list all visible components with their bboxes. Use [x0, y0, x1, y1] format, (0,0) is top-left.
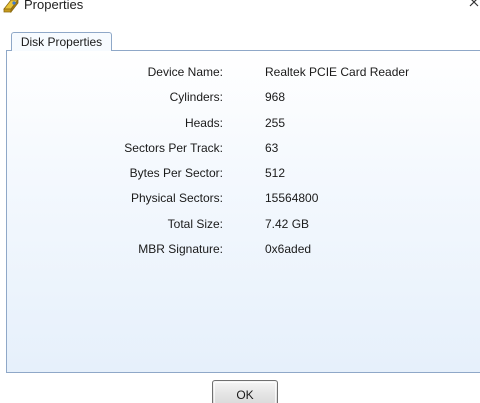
close-icon[interactable]	[468, 0, 480, 12]
drive-icon	[2, 0, 20, 14]
property-label: Physical Sectors:	[130, 191, 223, 205]
tab-disk-properties[interactable]: Disk Properties	[11, 32, 112, 51]
property-row-mbr-signature: MBR Signature: 0x6aded	[0, 242, 480, 258]
property-row-total-size: Total Size: 7.42 GB	[0, 217, 480, 233]
title-bar: Properties	[0, 0, 480, 16]
property-label: Heads:	[184, 116, 223, 130]
property-value: 0x6aded	[265, 242, 312, 256]
property-row-sectors-per-track: Sectors Per Track: 63	[0, 141, 480, 157]
property-label: Total Size:	[167, 217, 223, 231]
window-title: Properties	[24, 0, 84, 12]
property-row-bytes-per-sector: Bytes Per Sector: 512	[0, 166, 480, 182]
property-value: 255	[265, 116, 286, 130]
property-value: 7.42 GB	[265, 217, 310, 231]
property-label: MBR Signature:	[138, 242, 223, 256]
property-value: 15564800	[265, 191, 319, 205]
properties-window: Properties Disk Properties Device Name: …	[0, 0, 480, 403]
property-value: Realtek PCIE Card Reader	[265, 65, 410, 79]
property-row-heads: Heads: 255	[0, 116, 480, 132]
property-row-physical-sectors: Physical Sectors: 15564800	[0, 191, 480, 207]
property-label: Sectors Per Track:	[124, 141, 223, 155]
property-row-cylinders: Cylinders: 968	[0, 90, 480, 106]
property-value: 968	[265, 90, 286, 104]
property-row-device-name: Device Name: Realtek PCIE Card Reader	[0, 65, 480, 81]
ok-button[interactable]: OK	[212, 380, 278, 403]
property-label: Device Name:	[147, 65, 223, 79]
property-label: Cylinders:	[169, 90, 223, 104]
property-label: Bytes Per Sector:	[129, 166, 223, 180]
property-value: 512	[265, 166, 286, 180]
property-value: 63	[265, 141, 279, 155]
